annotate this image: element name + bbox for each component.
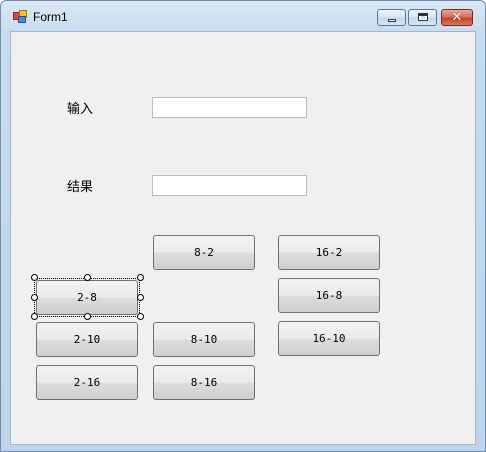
convert-8-to-2-button[interactable]: 8-2	[153, 235, 255, 270]
window-title: Form1	[33, 10, 68, 24]
resize-handle-top-left[interactable]	[31, 274, 38, 281]
resize-handle-top-right[interactable]	[137, 274, 144, 281]
resize-handle-right[interactable]	[137, 294, 144, 301]
result-field[interactable]	[152, 175, 307, 196]
maximize-icon	[418, 13, 428, 21]
convert-16-to-8-button[interactable]: 16-8	[278, 278, 380, 313]
app-window: Form1 ✕ 输入 结果 8-2 16-2 2-8 16-8 2-10 8-1…	[0, 0, 486, 452]
convert-2-to-10-button[interactable]: 2-10	[36, 322, 138, 357]
resize-handle-bottom[interactable]	[84, 313, 91, 320]
resize-handle-left[interactable]	[31, 294, 38, 301]
form-client-area: 输入 结果 8-2 16-2 2-8 16-8 2-10 8-10 16-10 …	[10, 31, 476, 445]
result-label: 结果	[67, 180, 94, 195]
close-icon: ✕	[451, 10, 463, 25]
convert-8-to-16-button[interactable]: 8-16	[153, 365, 255, 400]
minimize-button[interactable]	[377, 9, 406, 26]
minimize-icon	[388, 19, 396, 22]
input-field[interactable]	[152, 97, 307, 118]
maximize-button[interactable]	[408, 9, 437, 26]
title-bar[interactable]: Form1 ✕	[1, 1, 485, 31]
winforms-app-icon	[13, 10, 27, 23]
convert-2-to-8-button[interactable]: 2-8	[36, 280, 138, 315]
resize-handle-bottom-left[interactable]	[31, 313, 38, 320]
resize-handle-bottom-right[interactable]	[137, 313, 144, 320]
resize-handle-top[interactable]	[84, 274, 91, 281]
convert-2-to-16-button[interactable]: 2-16	[36, 365, 138, 400]
convert-8-to-10-button[interactable]: 8-10	[153, 322, 255, 357]
close-button[interactable]: ✕	[441, 9, 473, 26]
input-label: 输入	[67, 102, 94, 117]
convert-16-to-2-button[interactable]: 16-2	[278, 235, 380, 270]
convert-16-to-10-button[interactable]: 16-10	[278, 321, 380, 356]
